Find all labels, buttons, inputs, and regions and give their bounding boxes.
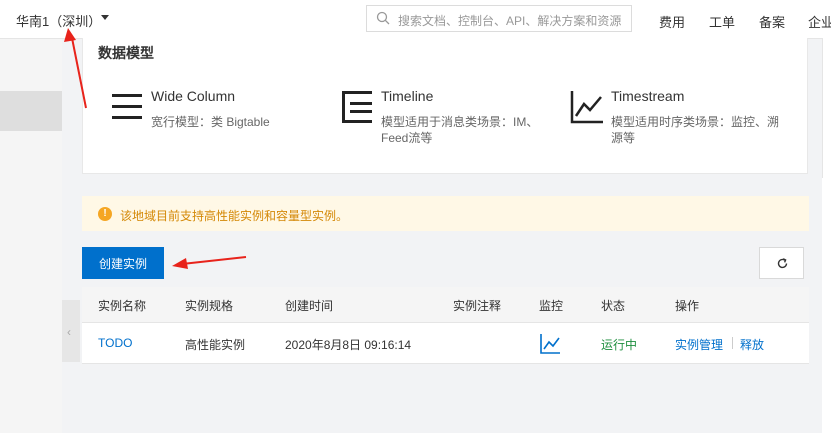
create-instance-button[interactable]: 创建实例 [82, 247, 164, 279]
refresh-icon [777, 258, 788, 269]
col-instance-spec: 实例规格 [185, 299, 234, 313]
col-created-time: 创建时间 [285, 299, 334, 313]
annotation-arrow-create [172, 256, 247, 269]
model-name-wide-column: Wide Column [151, 88, 236, 104]
nav-enterprise[interactable]: 企业 [808, 12, 831, 31]
instance-spec: 高性能实例 [185, 338, 246, 352]
caret-down-icon[interactable] [101, 15, 109, 20]
model-desc-timeline-1: 模型适用于消息类场景：IM、 [381, 115, 539, 129]
instance-name-link[interactable]: TODO [98, 336, 132, 350]
nav-tickets[interactable]: 工单 [709, 12, 735, 31]
col-status: 状态 [601, 299, 626, 313]
release-instance-link[interactable]: 释放 [740, 336, 764, 353]
nav-fees[interactable]: 费用 [659, 12, 685, 31]
chevron-left-icon[interactable]: ‹ [67, 325, 71, 339]
sidebar-item-active[interactable] [0, 91, 62, 131]
sidebar-collapse-handle[interactable] [62, 300, 80, 362]
chart-icon[interactable] [540, 333, 561, 354]
right-panel-edge [822, 38, 831, 433]
col-actions: 操作 [675, 299, 700, 313]
data-model-title: 数据模型 [98, 45, 154, 61]
model-desc-timestream-1: 模型适用时序类场景：监控、溯 [611, 115, 780, 129]
nav-filing[interactable]: 备案 [759, 12, 785, 31]
search-input[interactable]: 搜索文档、控制台、API、解决方案和资源 [398, 12, 621, 29]
timeline-icon [342, 91, 372, 123]
manage-instance-link[interactable]: 实例管理 [675, 336, 723, 353]
search-box[interactable]: 搜索文档、控制台、API、解决方案和资源 [366, 5, 632, 32]
region-selector[interactable]: 华南1（深圳） [16, 11, 101, 30]
instance-created-time: 2020年8月8日 09:16:14 [285, 338, 412, 352]
status-badge: 运行中 [601, 338, 638, 352]
notice-text: 该地域目前支持高性能实例和容量型实例。 [120, 209, 349, 223]
col-instance-name: 实例名称 [98, 299, 147, 313]
timestream-icon [570, 91, 603, 124]
action-divider [732, 337, 733, 349]
col-instance-comment: 实例注释 [453, 299, 502, 313]
refresh-button[interactable] [759, 247, 804, 279]
model-desc-wide-column: 宽行模型：类 Bigtable [151, 115, 270, 129]
warning-icon: ! [98, 207, 112, 221]
right-panel-divider [822, 38, 823, 178]
model-name-timeline: Timeline [381, 88, 434, 104]
data-model-card [82, 38, 808, 174]
model-desc-timestream-2: 源等 [611, 131, 636, 145]
wide-column-icon [112, 94, 142, 119]
col-monitor: 监控 [539, 299, 564, 313]
model-name-timestream: Timestream [611, 88, 685, 104]
search-icon [376, 11, 390, 25]
model-desc-timeline-2: Feed流等 [381, 131, 433, 145]
